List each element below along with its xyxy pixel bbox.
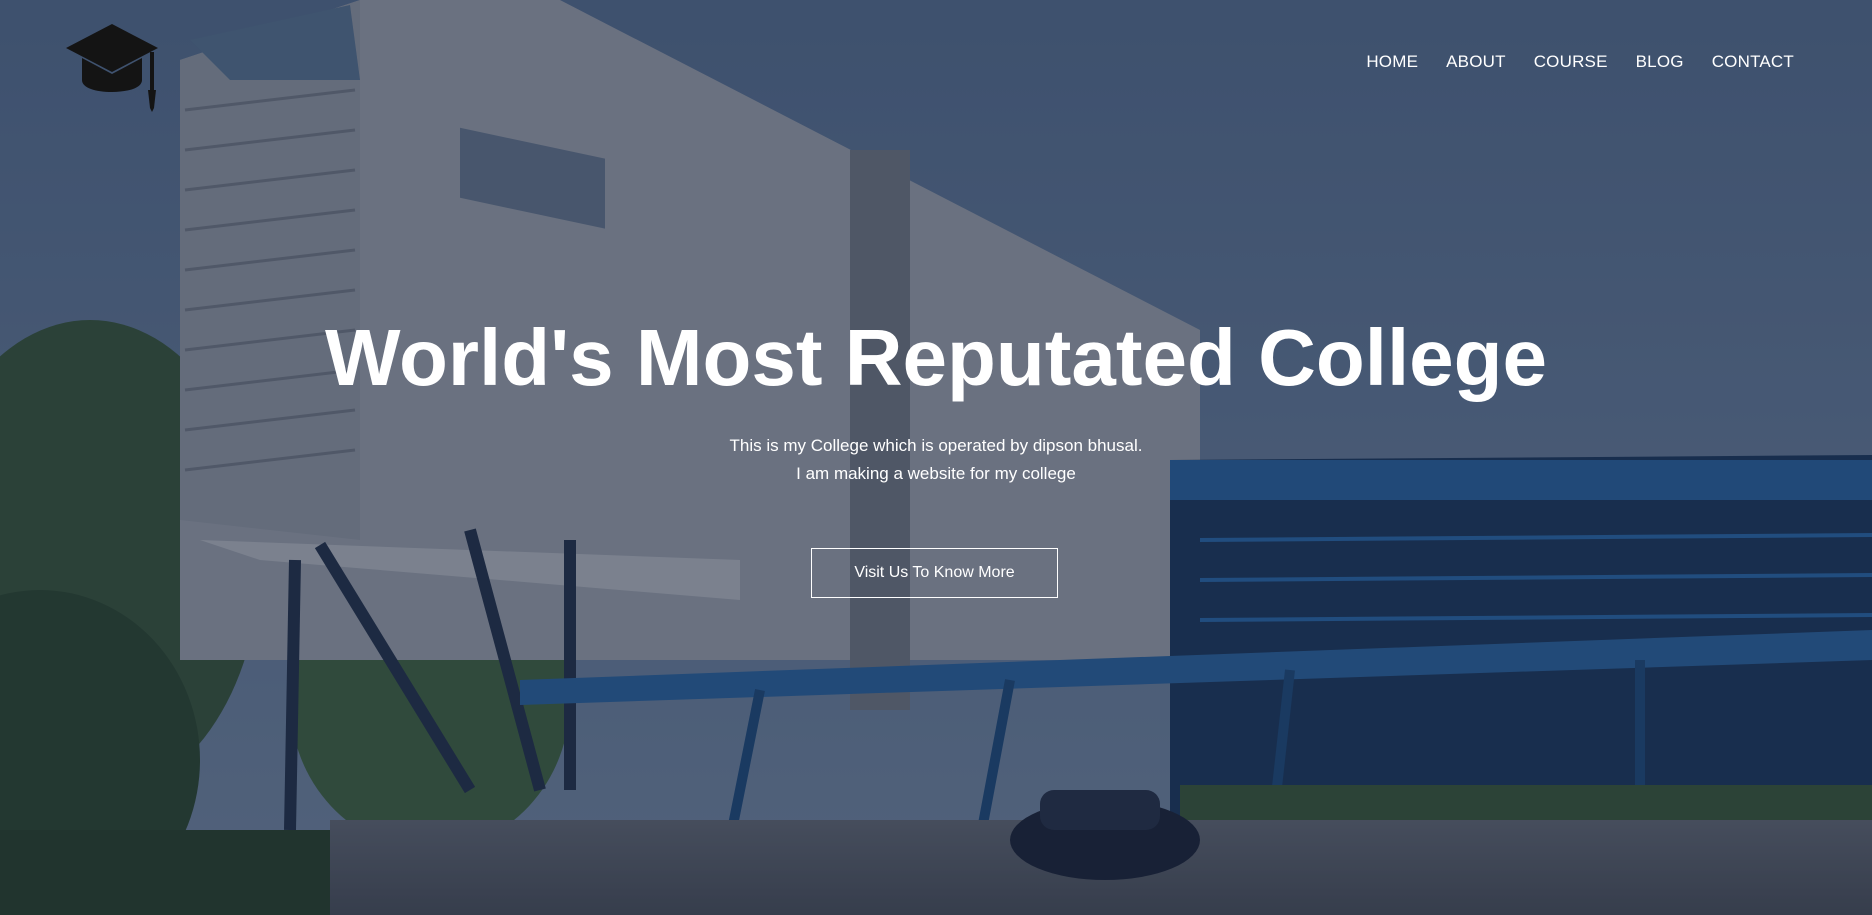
nav-item-about[interactable]: ABOUT xyxy=(1446,52,1506,72)
hero-section: HOME ABOUT COURSE BLOG CONTACT World's M… xyxy=(0,0,1872,915)
hero-headline: World's Most Reputated College xyxy=(324,313,1548,402)
visit-us-button[interactable]: Visit Us To Know More xyxy=(811,548,1058,598)
nav-item-contact[interactable]: CONTACT xyxy=(1712,52,1794,72)
graduation-cap-icon[interactable] xyxy=(62,22,162,112)
main-nav: HOME ABOUT COURSE BLOG CONTACT xyxy=(1366,52,1794,72)
nav-item-blog[interactable]: BLOG xyxy=(1636,52,1684,72)
hero-subtext-line-1: This is my College which is operated by … xyxy=(729,436,1143,455)
nav-item-course[interactable]: COURSE xyxy=(1534,52,1608,72)
nav-item-home[interactable]: HOME xyxy=(1366,52,1418,72)
hero-subtext-line-2: I am making a website for my college xyxy=(796,464,1076,483)
hero-subtext: This is my College which is operated by … xyxy=(0,432,1872,488)
